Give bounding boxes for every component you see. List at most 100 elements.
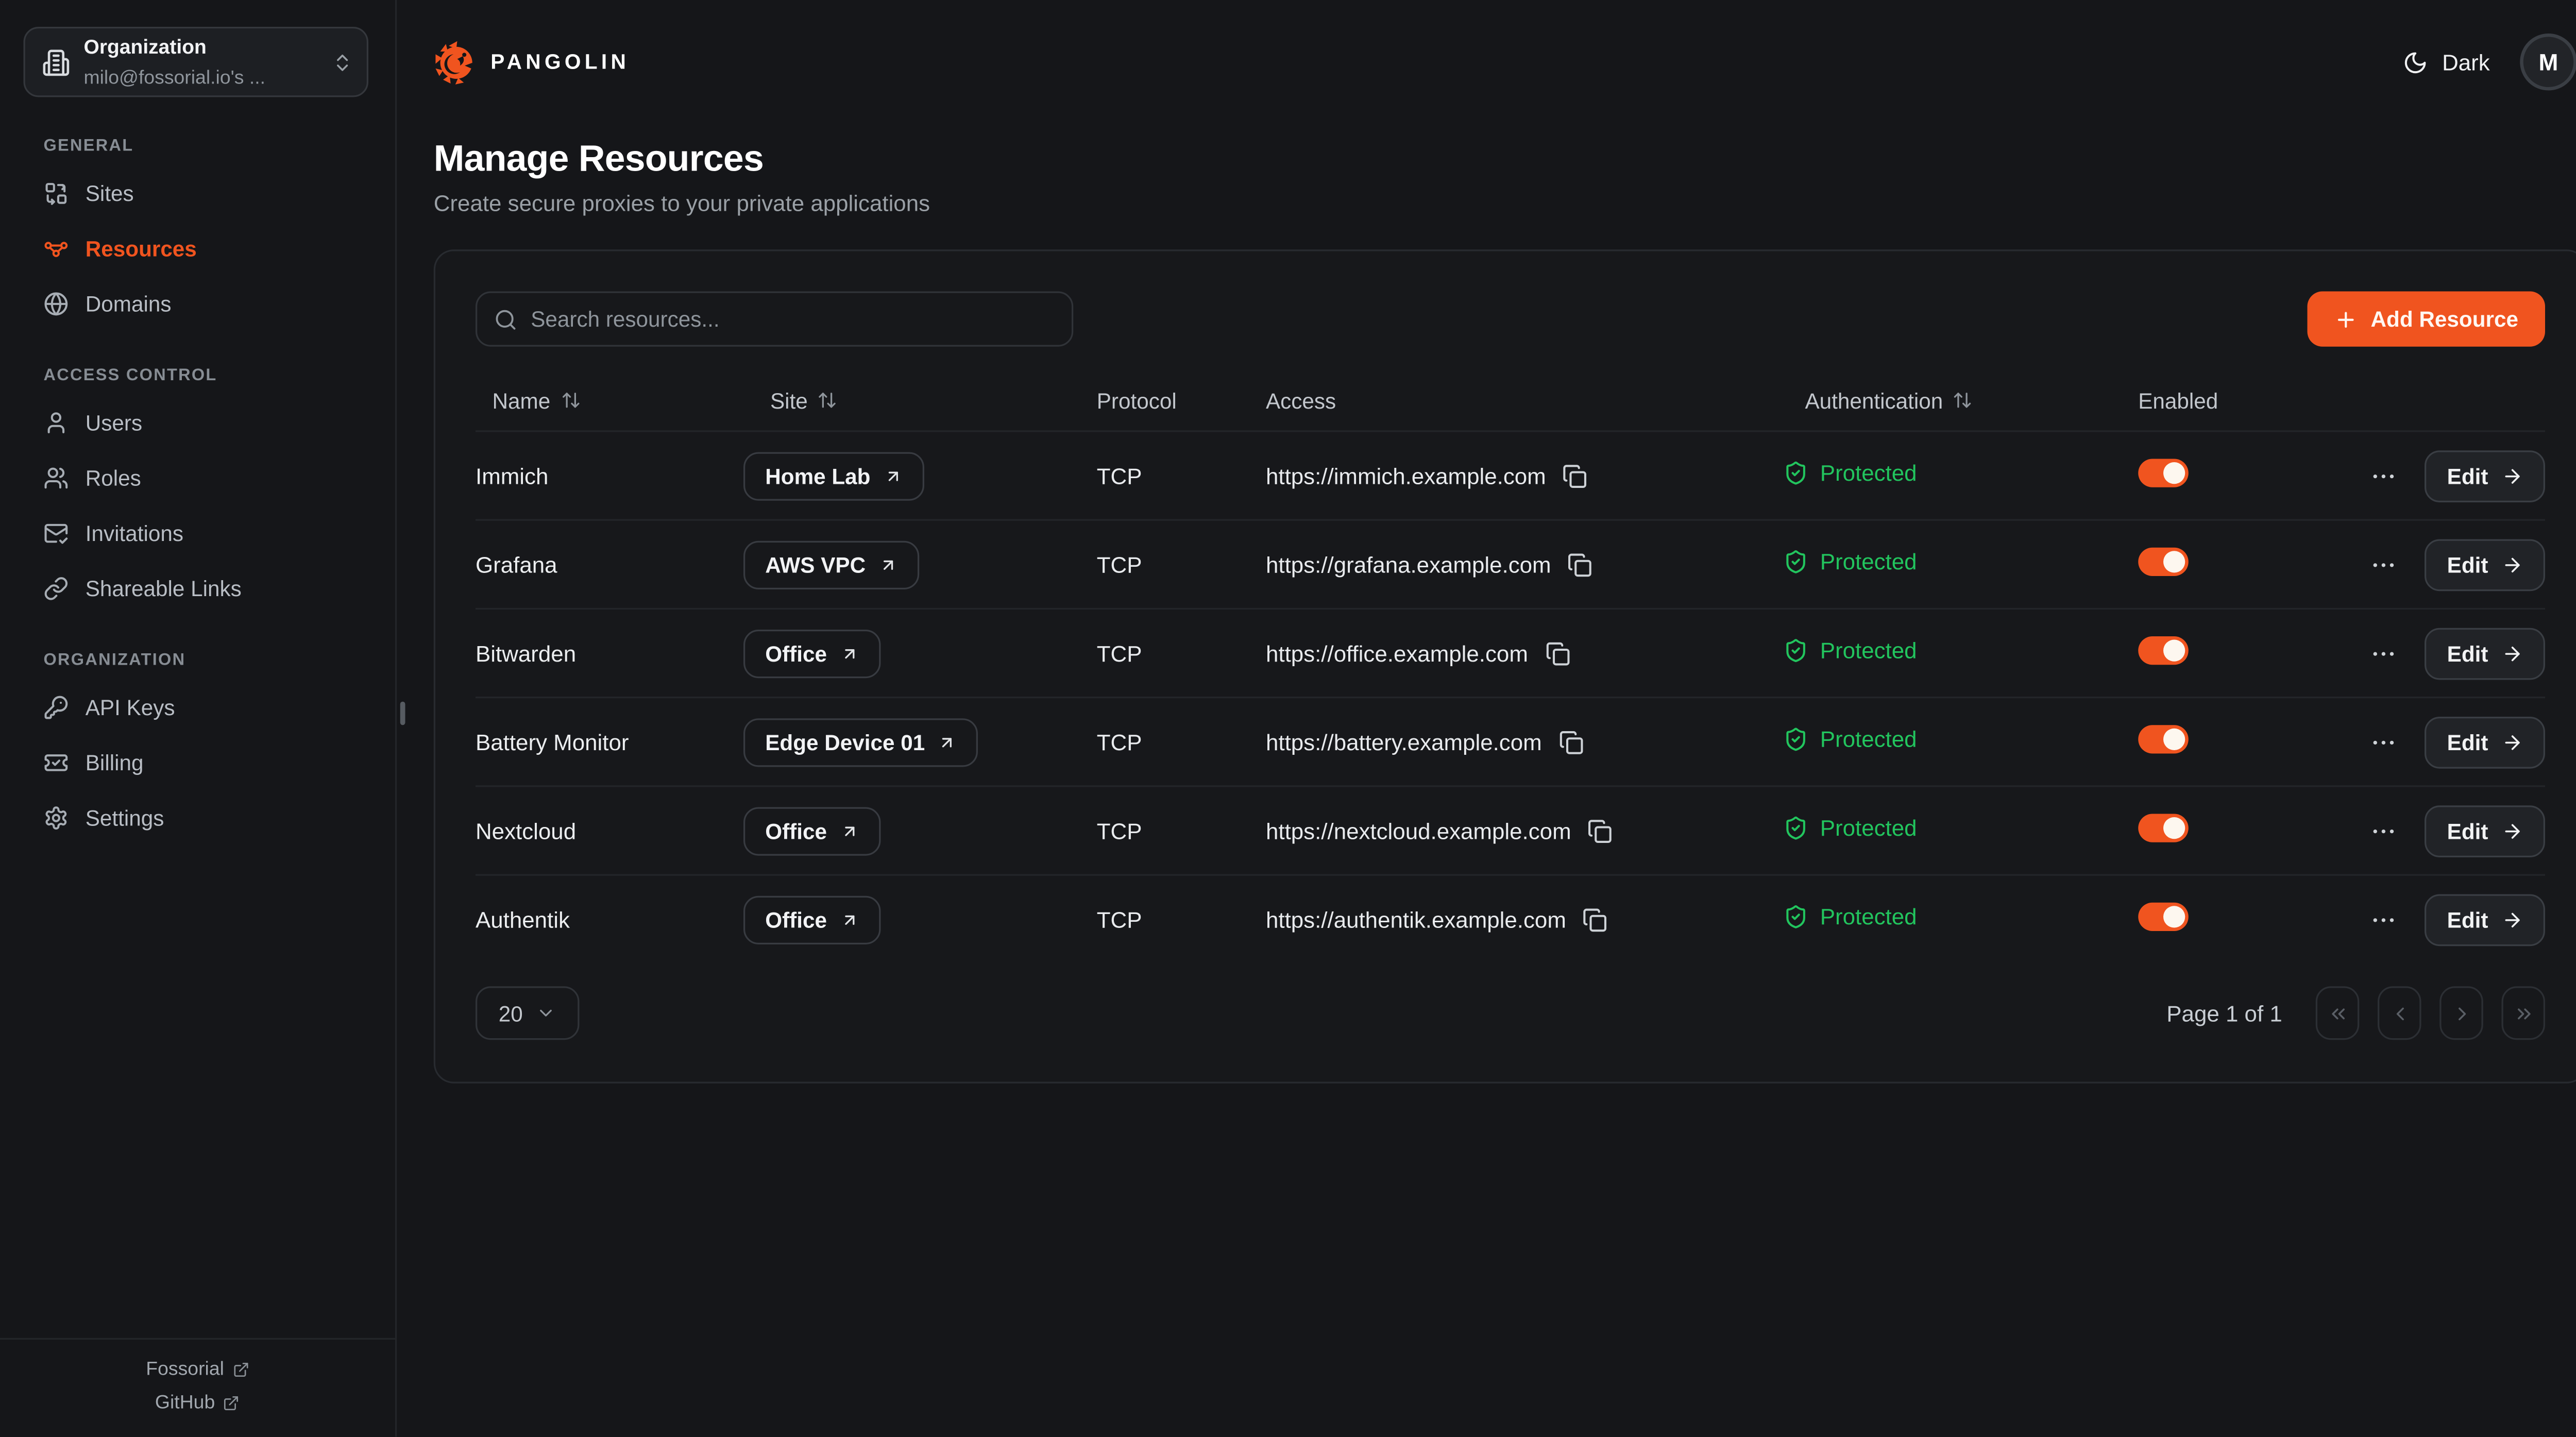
next-page-button[interactable] [2439, 986, 2483, 1040]
search-box [476, 292, 1073, 347]
enabled-toggle[interactable] [2138, 459, 2189, 487]
chevron-left-icon [2388, 1002, 2410, 1024]
auth-status-badge: Protected [1783, 904, 1917, 929]
row-menu-icon[interactable] [2367, 728, 2402, 756]
sidebar-item-label: Invitations [86, 520, 183, 545]
enabled-toggle[interactable] [2138, 636, 2189, 665]
copy-icon[interactable] [1588, 818, 1613, 843]
pagination-bar: 20 Page 1 of 1 [476, 986, 2545, 1040]
last-page-button[interactable] [2502, 986, 2546, 1040]
resource-protocol: TCP [1097, 907, 1266, 932]
page-title: Manage Resources [434, 138, 2576, 181]
gear-icon [44, 805, 69, 830]
enabled-toggle[interactable] [2138, 814, 2189, 842]
avatar[interactable]: M [2520, 33, 2576, 91]
page-subtitle: Create secure proxies to your private ap… [434, 191, 2576, 216]
github-link[interactable]: GitHub [155, 1393, 240, 1413]
edit-button[interactable]: Edit [2425, 893, 2545, 945]
sidebar-item-invitations[interactable]: Invitations [0, 509, 395, 556]
add-resource-button[interactable]: Add Resource [2307, 292, 2545, 347]
copy-icon[interactable] [1568, 552, 1593, 577]
arrow-up-right-icon [879, 555, 897, 573]
column-header-authentication[interactable]: Authentication [1783, 387, 2138, 413]
site-link-button[interactable]: Edge Device 01 [743, 718, 978, 766]
site-link-button[interactable]: Office [743, 895, 880, 943]
row-menu-icon[interactable] [2367, 905, 2402, 934]
sort-icon [1953, 390, 1973, 410]
theme-toggle-label: Dark [2442, 49, 2490, 75]
sidebar-item-label: Sites [86, 180, 134, 205]
arrow-right-icon [2502, 642, 2523, 664]
site-link-button[interactable]: Home Lab [743, 451, 924, 500]
resource-name: Grafana [476, 552, 743, 577]
arrow-up-right-icon [840, 910, 859, 928]
section-label-access-control: ACCESS CONTROL [44, 367, 396, 385]
edit-button[interactable]: Edit [2425, 716, 2545, 768]
resource-name: Immich [476, 463, 743, 488]
copy-icon[interactable] [1583, 907, 1608, 932]
resource-protocol: TCP [1097, 640, 1266, 666]
prev-page-button[interactable] [2378, 986, 2421, 1040]
topbar: PANGOLIN Dark M [397, 0, 2576, 124]
shield-check-icon [1783, 816, 1808, 841]
sidebar-item-resources[interactable]: Resources [0, 225, 395, 272]
sidebar-item-users[interactable]: Users [0, 399, 395, 446]
sidebar-item-label: Shareable Links [86, 575, 242, 600]
moon-icon [2403, 49, 2429, 75]
auth-status-badge: Protected [1783, 638, 1917, 663]
sidebar-item-settings[interactable]: Settings [0, 794, 395, 841]
column-header-name[interactable]: Name [476, 387, 743, 413]
sidebar-scrollbar-thumb[interactable] [400, 702, 405, 725]
fossorial-link[interactable]: Fossorial [146, 1360, 249, 1380]
auth-status-badge: Protected [1783, 461, 1917, 486]
row-menu-icon[interactable] [2367, 639, 2402, 667]
sidebar-item-label: Roles [86, 465, 141, 490]
sidebar-item-shareable-links[interactable]: Shareable Links [0, 564, 395, 611]
column-header-access: Access [1266, 387, 1783, 413]
org-selector[interactable]: Organization milo@fossorial.io's ... [24, 27, 369, 97]
first-page-button[interactable] [2316, 986, 2360, 1040]
copy-icon[interactable] [1558, 729, 1584, 754]
theme-toggle[interactable]: Dark [2403, 49, 2489, 75]
sidebar-item-sites[interactable]: Sites [0, 169, 395, 216]
copy-icon[interactable] [1545, 640, 1570, 666]
site-link-button[interactable]: Office [743, 806, 880, 855]
edit-button[interactable]: Edit [2425, 538, 2545, 590]
page-status: Page 1 of 1 [2166, 1001, 2282, 1026]
sidebar-item-api-keys[interactable]: API Keys [0, 683, 395, 730]
arrow-up-right-icon [840, 821, 859, 840]
row-menu-icon[interactable] [2367, 550, 2402, 579]
page-size-select[interactable]: 20 [476, 986, 580, 1040]
table-header: Name Site Protocol Access Authentication [476, 370, 2545, 430]
enabled-toggle[interactable] [2138, 903, 2189, 931]
mail-check-icon [44, 520, 69, 545]
edit-button[interactable]: Edit [2425, 627, 2545, 679]
row-menu-icon[interactable] [2367, 816, 2402, 844]
building-icon [42, 48, 70, 76]
sidebar-item-label: Users [86, 410, 142, 435]
sidebar-item-domains[interactable]: Domains [0, 280, 395, 327]
external-link-icon [232, 1361, 249, 1378]
user-icon [44, 410, 69, 435]
enabled-toggle[interactable] [2138, 548, 2189, 576]
resource-protocol: TCP [1097, 463, 1266, 488]
column-header-site[interactable]: Site [743, 387, 1097, 413]
enabled-toggle[interactable] [2138, 725, 2189, 753]
table-row: Battery Monitor Edge Device 01 TCP https… [476, 697, 2545, 785]
sidebar-item-roles[interactable]: Roles [0, 454, 395, 501]
site-link-button[interactable]: AWS VPC [743, 540, 919, 588]
edit-button[interactable]: Edit [2425, 450, 2545, 502]
auth-status-badge: Protected [1783, 549, 1917, 574]
site-link-button[interactable]: Office [743, 629, 880, 677]
row-menu-icon[interactable] [2367, 461, 2402, 489]
copy-icon[interactable] [1563, 463, 1588, 488]
table-body: Immich Home Lab TCP https://immich.examp… [476, 430, 2545, 963]
edit-button[interactable]: Edit [2425, 805, 2545, 857]
resource-name: Authentik [476, 907, 743, 932]
arrow-right-icon [2502, 465, 2523, 486]
arrow-right-icon [2502, 731, 2523, 753]
table-row: Grafana AWS VPC TCP https://grafana.exam… [476, 519, 2545, 608]
sidebar-item-billing[interactable]: Billing [0, 738, 395, 785]
search-input[interactable] [531, 307, 1055, 332]
sort-icon [818, 390, 838, 410]
